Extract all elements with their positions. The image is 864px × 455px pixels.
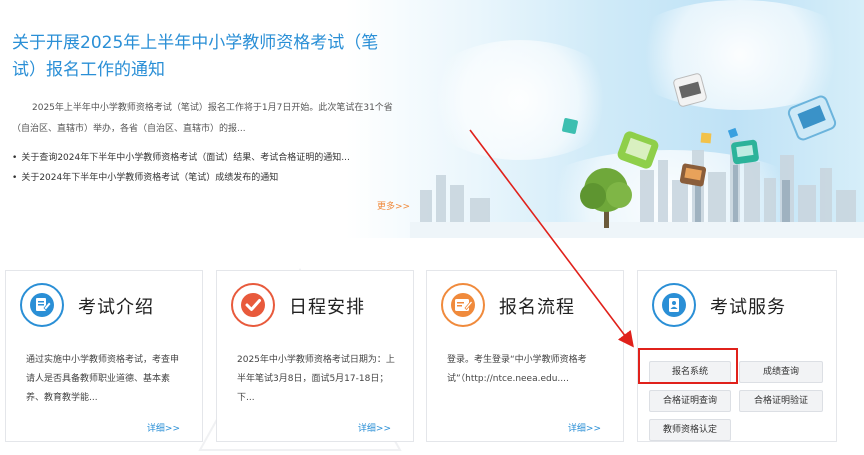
service-contact-icon xyxy=(652,283,696,327)
schedule-card[interactable]: 日程安排 2025年中小学教师资格考试日期为：上半年笔试3月8日，面试5月17-… xyxy=(216,270,414,442)
news-summary: 2025年上半年中小学教师资格考试（笔试）报名工作将于1月7日开始。此次笔试在3… xyxy=(12,103,393,134)
highlight-box xyxy=(638,348,738,384)
teacher-qualification-button[interactable]: 教师资格认定 xyxy=(649,419,731,441)
hero-banner: 关于开展2025年上半年中小学教师资格考试（笔试）报名工作的通知 2025年上半… xyxy=(0,0,864,238)
registration-form-icon xyxy=(441,283,485,327)
card-description: 登录。考生登录“中小学教师资格考试”（http://ntce.neea.edu.… xyxy=(447,355,587,384)
more-news-link[interactable]: 更多>> xyxy=(377,199,410,212)
certificate-query-button[interactable]: 合格证明查询 xyxy=(649,390,731,412)
checkmark-icon xyxy=(231,283,275,327)
card-detail-link[interactable]: 详细>> xyxy=(568,421,601,434)
card-detail-link[interactable]: 详细>> xyxy=(147,421,180,434)
news-link-item[interactable]: 关于查询2024年下半年中小学教师资格考试（面试）结果、考试合格证明的通知... xyxy=(12,148,410,168)
registration-process-card[interactable]: 报名流程 登录。考生登录“中小学教师资格考试”（http://ntce.neea… xyxy=(426,270,624,442)
certificate-verify-button[interactable]: 合格证明验证 xyxy=(739,390,823,412)
news-link-item[interactable]: 关于2024年下半年中小学教师资格考试（笔试）成绩发布的通知 xyxy=(12,168,410,188)
card-description: 通过实施中小学教师资格考试，考查申请人是否具备教师职业道德、基本素养、教育教学能… xyxy=(26,355,180,403)
city-illustration xyxy=(410,73,864,238)
card-title: 日程安排 xyxy=(289,297,365,318)
exam-intro-card[interactable]: 考试介绍 通过实施中小学教师资格考试，考查申请人是否具备教师职业道德、基本素养、… xyxy=(5,270,203,442)
score-query-button[interactable]: 成绩查询 xyxy=(739,361,823,383)
news-link-list: 关于查询2024年下半年中小学教师资格考试（面试）结果、考试合格证明的通知...… xyxy=(12,148,410,188)
card-description: 2025年中小学教师资格考试日期为：上半年笔试3月8日，面试5月17-18日；下… xyxy=(237,355,395,403)
card-detail-link[interactable]: 详细>> xyxy=(358,421,391,434)
document-edit-icon xyxy=(20,283,64,327)
card-title: 考试介绍 xyxy=(78,297,154,318)
news-headline-link[interactable]: 关于开展2025年上半年中小学教师资格考试（笔试）报名工作的通知 xyxy=(12,30,392,84)
card-title: 报名流程 xyxy=(499,297,575,318)
card-title: 考试服务 xyxy=(710,297,786,318)
news-panel: 关于开展2025年上半年中小学教师资格考试（笔试）报名工作的通知 2025年上半… xyxy=(0,0,410,238)
